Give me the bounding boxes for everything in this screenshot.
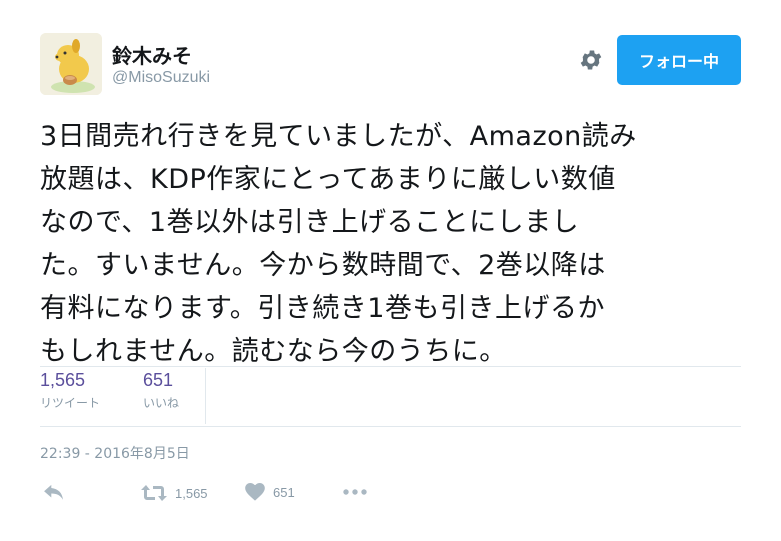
stats-separator	[205, 368, 206, 424]
retweet-stat[interactable]: 1,565 リツイート	[40, 370, 100, 411]
retweet-action-count: 1,565	[175, 485, 208, 501]
avatar-image	[40, 33, 102, 95]
divider	[40, 426, 741, 427]
tweet-text-line: 有料になります。引き続き1巻も引き上げるか	[40, 293, 605, 324]
gear-icon[interactable]	[578, 47, 604, 73]
user-handle[interactable]: @MisoSuzuki	[112, 69, 210, 87]
tweet-header: 鈴木みそ @MisoSuzuki フォロー中	[40, 33, 741, 99]
tweet-text-line: た。すいません。今から数時間で、2巻以降は	[40, 250, 606, 281]
display-name[interactable]: 鈴木みそ	[112, 40, 192, 69]
avatar[interactable]	[40, 33, 102, 95]
tweet-text-line: なので、1巻以外は引き上げることにしまし	[40, 207, 580, 238]
tweet-text-line: 3日間売れ行きを見ていましたが、Amazon読み	[40, 121, 637, 152]
retweet-label: リツイート	[40, 396, 101, 410]
retweet-icon	[141, 485, 167, 501]
like-button[interactable]: 651	[245, 483, 295, 501]
more-icon	[343, 489, 367, 495]
like-label: いいね	[143, 396, 180, 410]
like-stat[interactable]: 651 いいね	[143, 370, 179, 411]
follow-button[interactable]: フォロー中	[617, 35, 741, 85]
reply-icon	[44, 484, 63, 500]
retweet-button[interactable]: 1,565	[141, 483, 208, 503]
divider	[40, 366, 741, 367]
like-action-count: 651	[273, 484, 295, 500]
tweet-text: 3日間売れ行きを見ていましたが、Amazon読み 放題は、KDP作家にとってあま…	[40, 115, 745, 373]
reply-button[interactable]	[43, 484, 65, 502]
timestamp[interactable]: 22:39 - 2016年8月5日	[40, 443, 190, 463]
heart-icon	[245, 483, 265, 501]
tweet-actions: 1,565 651	[40, 480, 440, 510]
more-button[interactable]	[343, 489, 367, 495]
like-count: 651	[143, 370, 174, 390]
retweet-count: 1,565	[40, 370, 86, 390]
tweet-text-line: 放題は、KDP作家にとってあまりに厳しい数値	[40, 164, 616, 195]
